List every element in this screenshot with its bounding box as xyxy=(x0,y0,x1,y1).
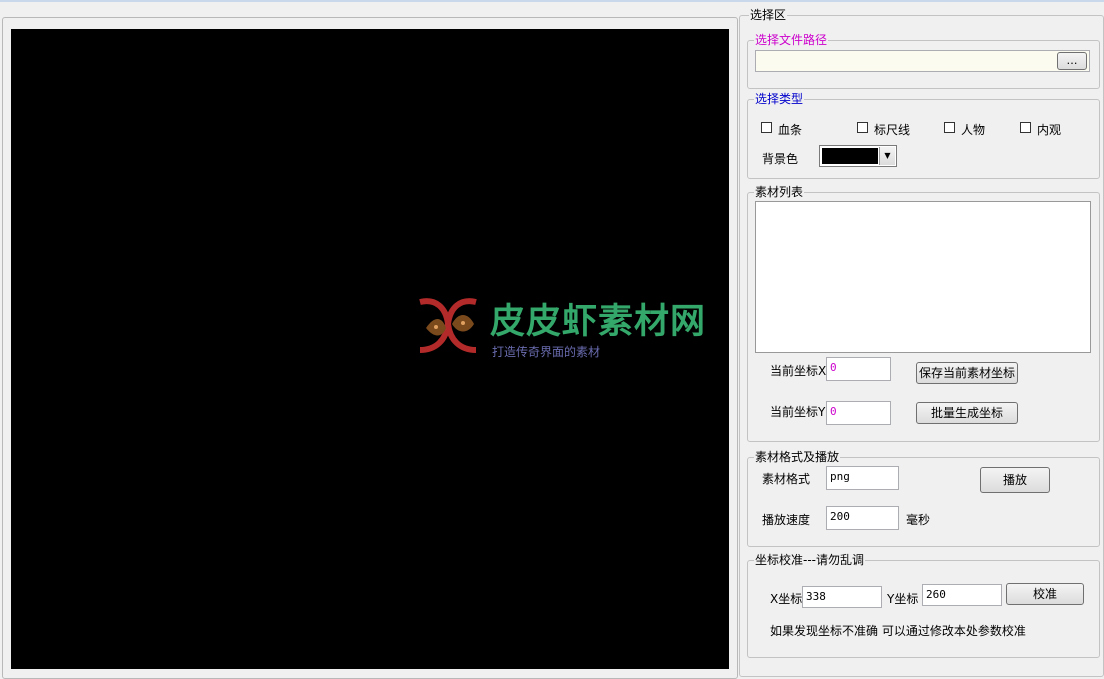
calib-y-label: Y坐标 xyxy=(887,592,919,606)
checkbox-hp-bar-label[interactable]: 血条 xyxy=(778,121,802,138)
calibrate-button[interactable]: 校准 xyxy=(1006,583,1084,605)
play-button[interactable]: 播放 xyxy=(980,467,1050,493)
chevron-down-icon[interactable]: ▼ xyxy=(879,147,895,165)
material-listbox[interactable] xyxy=(755,201,1091,353)
file-path-legend: 选择文件路径 xyxy=(754,33,829,47)
select-type-group xyxy=(747,99,1100,179)
watermark-subtitle: 打造传奇界面的素材 xyxy=(492,345,601,359)
coord-x-input[interactable]: 0 xyxy=(826,357,891,381)
preview-canvas[interactable] xyxy=(11,29,729,669)
window-top-border xyxy=(0,0,1104,2)
file-path-input[interactable] xyxy=(755,50,1090,72)
calib-x-label: X坐标 xyxy=(770,592,803,606)
checkbox-ruler[interactable] xyxy=(857,122,868,133)
coord-y-label: 当前坐标Y xyxy=(770,405,826,419)
select-type-legend: 选择类型 xyxy=(754,92,805,106)
select-area-title: 选择区 xyxy=(749,8,788,22)
speed-label: 播放速度 xyxy=(762,513,811,527)
speed-unit: 毫秒 xyxy=(906,513,931,527)
bg-color-label: 背景色 xyxy=(762,152,799,166)
format-input[interactable]: png xyxy=(826,466,899,490)
coord-x-label: 当前坐标X xyxy=(770,364,827,378)
browse-button[interactable]: … xyxy=(1057,52,1087,70)
bg-color-select[interactable]: ▼ xyxy=(819,145,897,167)
format-play-legend: 素材格式及播放 xyxy=(754,450,841,464)
calibrate-hint: 如果发现坐标不准确 可以通过修改本处参数校准 xyxy=(770,624,1026,638)
checkbox-character-label[interactable]: 人物 xyxy=(961,121,985,138)
speed-input[interactable]: 200 xyxy=(826,506,899,530)
checkbox-character[interactable] xyxy=(944,122,955,133)
coord-y-input[interactable]: 0 xyxy=(826,401,891,425)
calib-y-input[interactable]: 260 xyxy=(922,584,1002,606)
checkbox-ruler-label[interactable]: 标尺线 xyxy=(874,121,910,138)
batch-generate-button[interactable]: 批量生成坐标 xyxy=(916,402,1018,424)
save-coord-button[interactable]: 保存当前素材坐标 xyxy=(916,362,1018,384)
calibrate-group xyxy=(747,560,1100,658)
checkbox-inner-view[interactable] xyxy=(1020,122,1031,133)
bg-color-swatch xyxy=(822,148,878,164)
format-label: 素材格式 xyxy=(762,472,811,486)
calib-x-input[interactable]: 338 xyxy=(802,586,882,608)
watermark-logo-icon xyxy=(419,298,477,353)
checkbox-inner-view-label[interactable]: 内观 xyxy=(1037,121,1061,138)
checkbox-hp-bar[interactable] xyxy=(761,122,772,133)
watermark-title: 皮皮虾素材网 xyxy=(490,302,707,342)
calibrate-legend: 坐标校准---请勿乱调 xyxy=(754,553,865,567)
material-list-legend: 素材列表 xyxy=(754,185,805,199)
